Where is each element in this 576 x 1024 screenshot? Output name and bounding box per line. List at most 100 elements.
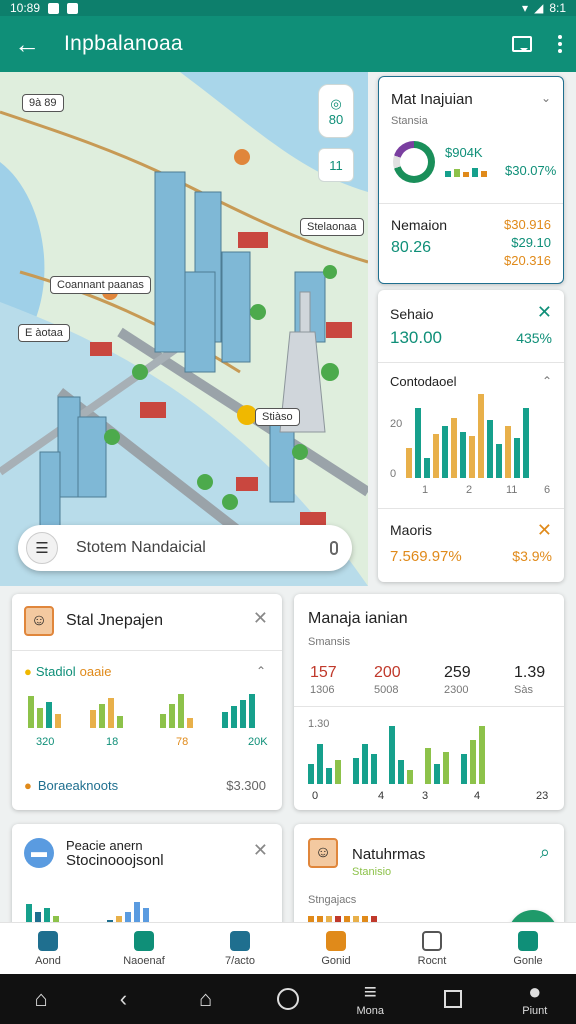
stat-2-value: 200 xyxy=(374,664,401,681)
mat-title: Mat Inajuian xyxy=(391,91,473,108)
close-icon[interactable]: ✕ xyxy=(537,302,552,323)
system-back-icon[interactable]: ‹ xyxy=(93,988,153,1010)
nemaion-v2: $29.10 xyxy=(511,235,551,250)
tab-home[interactable]: Aond xyxy=(0,923,96,974)
chat-icon[interactable] xyxy=(512,36,532,52)
search-icon[interactable]: ⌕ xyxy=(540,842,550,863)
search-input[interactable]: Stotem Nandaicial xyxy=(76,539,206,557)
group-icon: ▬ xyxy=(24,838,54,868)
chevron-down-icon[interactable]: ⌄ xyxy=(541,91,551,105)
stal-sub-row: ● Stadiol oaaie xyxy=(24,664,112,679)
stal-card[interactable]: ☺ Stal Jnepajen ✕ ● Stadiol oaaie ⌃ 320 … xyxy=(12,594,282,810)
manaja-x-tick-1: 0 xyxy=(312,790,319,802)
stal-x-label-2: 18 xyxy=(106,736,119,748)
manaja-card[interactable]: Manaja ianian Smansis 157 1306 200 5008 … xyxy=(294,594,564,810)
mat-card[interactable]: Mat Inajuian ⌄ Stansia $904K $30.07% Nem… xyxy=(378,76,564,284)
guide-icon xyxy=(326,930,346,951)
system-nav-bar: ⌂ ‹ ⌂ ≡ Mona ● Piunt xyxy=(0,974,576,1024)
tab-report[interactable]: Rocnt xyxy=(384,923,480,974)
system-circle-icon[interactable] xyxy=(258,988,318,1010)
manaja-x-tick-5: 23 xyxy=(536,790,549,802)
natuhrmas-subtitle: Stanisio xyxy=(352,866,392,878)
image-icon xyxy=(67,2,79,14)
close-icon[interactable]: ✕ xyxy=(253,840,268,861)
donut-chart xyxy=(393,141,435,183)
map-label-4[interactable]: E àotaa xyxy=(18,324,70,342)
manaja-x-tick-2: 4 xyxy=(378,790,385,802)
map-label-3[interactable]: Coannant paanas xyxy=(50,276,151,294)
avatar: ☺ xyxy=(24,606,54,636)
sehaio-label: Sehaio xyxy=(390,306,434,322)
contraded-y-zero: 0 xyxy=(390,468,397,480)
compass-icon: ◎ xyxy=(330,95,342,111)
system-profile-icon[interactable]: ● Piunt xyxy=(505,981,565,1018)
signal-icon: ◢ xyxy=(534,1,544,15)
nemaion-label: Nemaion xyxy=(391,217,448,233)
dot-icon: ● xyxy=(24,664,32,679)
system-square-icon[interactable] xyxy=(423,990,483,1008)
people-subtitle: Stocinooojsonl xyxy=(66,852,164,869)
stal-group-1 xyxy=(28,692,61,728)
nemaion-v3: $20.316 xyxy=(504,253,551,268)
back-arrow-icon[interactable]: ← xyxy=(14,29,48,60)
more-menu-icon[interactable] xyxy=(558,35,562,53)
contraded-y-tick: 20 xyxy=(390,418,403,430)
map-search-bar[interactable]: ☰ Stotem Nandaicial xyxy=(18,525,352,571)
stal-footer-value: $3.300 xyxy=(226,778,266,793)
stal-x-label-1: 320 xyxy=(36,736,55,748)
stat-1-label: 1306 xyxy=(310,684,335,696)
map-label-2[interactable]: Stelaonaa xyxy=(300,218,364,236)
chevron-up-icon[interactable]: ⌃ xyxy=(542,374,552,388)
system-house-icon[interactable]: ⌂ xyxy=(176,988,236,1010)
tab-navigate[interactable]: Naoenaf xyxy=(96,923,192,974)
natuhrmas-subtitle-2: Stngajacs xyxy=(308,894,357,906)
stal-x-label-4: 20K xyxy=(248,736,268,748)
avatar: ☺ xyxy=(308,838,338,868)
pin-icon[interactable]: ✕ xyxy=(537,520,552,541)
stat-2-label: 5008 xyxy=(374,684,399,696)
menu-icon[interactable]: ☰ xyxy=(26,532,58,564)
maoris-change: $3.9% xyxy=(512,548,552,564)
stat-4-label: Sàs xyxy=(514,684,533,696)
mat-change: $30.07% xyxy=(505,163,557,178)
stal-footer: ● Boraeaknoots xyxy=(24,778,119,793)
chevron-up-icon[interactable]: ⌃ xyxy=(256,664,266,678)
tab-activity[interactable]: 7/acto xyxy=(192,923,288,974)
coin-icon: ● xyxy=(24,778,32,793)
bottom-tab-bar: Aond Naoenaf 7/acto Gonid Rocnt Gonle xyxy=(0,922,576,974)
maoris-label: Maoris xyxy=(390,522,433,538)
manaja-title: Manaja ianian xyxy=(308,610,408,627)
status-time: 10:89 xyxy=(10,1,41,15)
maoris-value: 7.569.97% xyxy=(390,548,462,565)
mat-value: $904K xyxy=(445,145,483,160)
contraded-label: Contodaoel xyxy=(390,374,457,389)
mic-icon[interactable] xyxy=(330,541,338,555)
people-card[interactable]: ▬ Peacie anern Stocinooojsonl ✕ xyxy=(12,824,282,934)
contraded-bar-chart xyxy=(406,390,529,478)
map-compass-control[interactable]: ◎ 80 xyxy=(318,84,354,138)
sehaio-card[interactable]: Sehaio ✕ 130.00 435% Contodaoel ⌃ 20 0 1… xyxy=(378,290,564,582)
system-home-icon[interactable]: ⌂ xyxy=(11,988,71,1010)
gallery-icon xyxy=(518,930,538,951)
tab-guide[interactable]: Gonid xyxy=(288,923,384,974)
map-layer-control[interactable]: 11 xyxy=(318,148,354,182)
natuhrmas-title: Natuhrmas xyxy=(352,846,426,863)
stal-group-2 xyxy=(90,692,123,728)
navigate-icon xyxy=(134,930,154,951)
manaja-x-tick-4: 4 xyxy=(474,790,481,802)
manaja-bar-chart xyxy=(308,724,485,784)
nemaion-value: 80.26 xyxy=(391,239,432,256)
city-map[interactable]: 9à 89 Stelaonaa Coannant paanas E àotaa … xyxy=(0,72,368,586)
contraded-x-tick-2: 2 xyxy=(466,484,473,496)
sehaio-value: 130.00 xyxy=(390,328,442,347)
map-label-5[interactable]: Stiàso xyxy=(255,408,300,426)
app-title: Inpbalanoaa xyxy=(64,32,183,55)
tab-gallery[interactable]: Gonle xyxy=(480,923,576,974)
app-bar: ← Inpbalanoaa xyxy=(0,16,576,72)
close-icon[interactable]: ✕ xyxy=(253,608,268,629)
system-menu-icon[interactable]: ≡ Mona xyxy=(340,981,400,1018)
manaja-x-tick-3: 3 xyxy=(422,790,429,802)
status-bar: 10:89 ▾ ◢ 8:1 xyxy=(0,0,576,16)
map-label-1[interactable]: 9à 89 xyxy=(22,94,64,112)
stal-group-4 xyxy=(222,692,255,728)
